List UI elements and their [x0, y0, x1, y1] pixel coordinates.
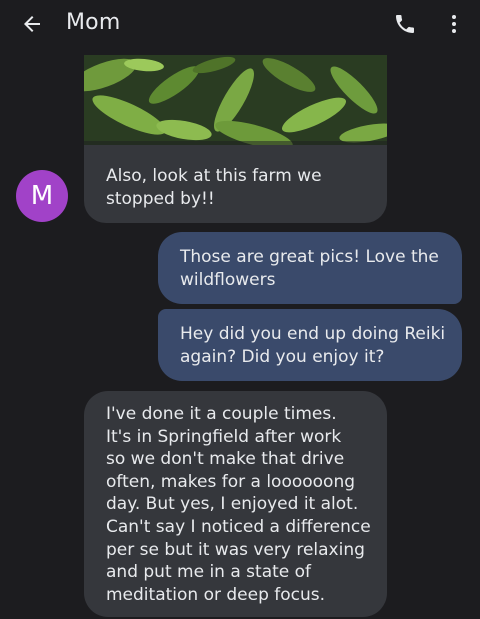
call-button[interactable] — [388, 8, 422, 40]
message-bubble-outgoing[interactable]: Hey did you end up doing Reiki again? Di… — [158, 309, 462, 381]
message-text-line: per se but it was very relaxing — [106, 539, 365, 560]
top-app-bar: Mom — [0, 0, 480, 50]
wildflower-leaves-image — [84, 55, 387, 145]
message-text-line: Can't say I noticed a difference — [106, 516, 371, 537]
arrow-back-icon — [24, 16, 40, 32]
message-text-line: Hey did you end up doing Reiki — [180, 324, 446, 344]
message-text-line: It's in Springfield after work — [106, 426, 342, 447]
message-text-line: Also, look at this farm we — [106, 166, 322, 186]
message-text-line: I've done it a couple times. — [106, 404, 337, 424]
message-text-line: day. But yes, I enjoyed it alot. — [106, 494, 359, 515]
avatar[interactable]: M — [16, 170, 68, 222]
message-bubble-outgoing[interactable]: Those are great pics! Love the wildflowe… — [158, 232, 462, 304]
more-options-button[interactable] — [440, 8, 468, 40]
message-bubble-incoming[interactable]: Also, look at this farm we stopped by!! — [84, 145, 387, 223]
message-text-line: again? Did you enjoy it? — [180, 346, 385, 367]
message-bubble-incoming[interactable]: I've done it a couple times. It's in Spr… — [84, 391, 387, 617]
message-text-line: meditation or deep focus. — [106, 584, 326, 605]
back-button[interactable] — [14, 8, 50, 40]
contact-name[interactable]: Mom — [66, 10, 120, 35]
message-text-line: Those are great pics! Love the — [180, 247, 439, 267]
message-text-line: wildflowers — [180, 269, 276, 290]
message-text-line: so we don't make that drive — [106, 449, 345, 470]
conversation-screen: Mom M Also, look at this farm we stopped… — [0, 0, 480, 619]
message-text-line: stopped by!! — [106, 188, 215, 209]
shared-photo[interactable] — [84, 55, 387, 145]
more-vert-icon — [452, 15, 456, 33]
message-text-line: and put me in a state of — [106, 562, 312, 583]
avatar-initial: M — [30, 181, 54, 211]
phone-icon — [396, 15, 414, 33]
message-text-line: often, makes for a loooooong — [106, 471, 356, 492]
